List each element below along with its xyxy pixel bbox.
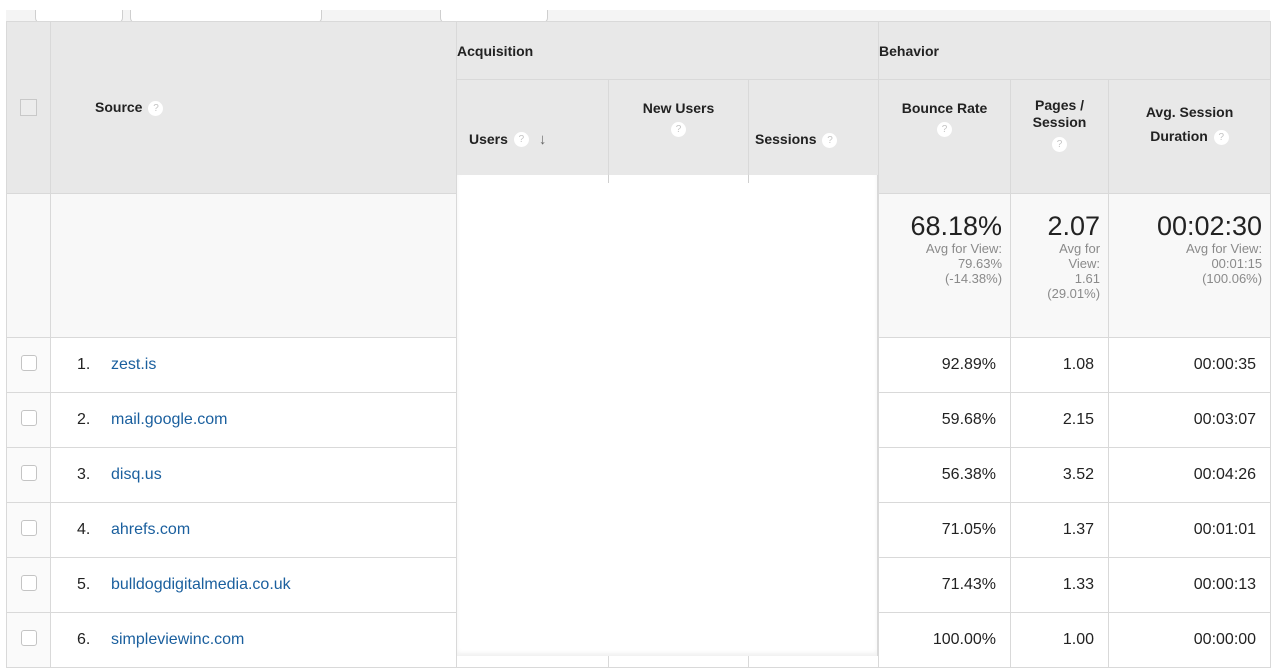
source-header-label: Source (95, 99, 143, 116)
source-cell: 6. simpleviewinc.com (50, 612, 457, 668)
summary-bounce-rate-cell: 68.18% Avg for View: 79.63% (-14.38%) (878, 193, 1012, 338)
pages-session-cell: 2.15 (1010, 392, 1110, 448)
avg-duration-cell: 00:00:13 (1108, 557, 1272, 613)
users-header-label: Users (469, 130, 508, 147)
new-users-header-label: New Users (642, 100, 715, 116)
help-icon[interactable]: ? (822, 132, 838, 148)
source-link[interactable]: bulldogdigitalmedia.co.uk (111, 576, 291, 593)
toolbar (0, 0, 1276, 10)
pages-session-cell: 1.37 (1010, 502, 1110, 558)
row-checkbox-cell (6, 447, 51, 503)
row-rank: 3. (77, 466, 91, 483)
bounce-rate-header[interactable]: Bounce Rate ? (878, 79, 1012, 194)
select-all-checkbox[interactable] (20, 99, 37, 116)
summary-pages-session-avg-label-1: Avg for (1059, 241, 1101, 256)
summary-source-cell (50, 193, 457, 338)
bounce-rate-cell: 59.68% (878, 392, 1012, 448)
source-link[interactable]: ahrefs.com (111, 521, 190, 538)
help-icon[interactable]: ? (937, 122, 953, 137)
acquisition-group-header: Acquisition (455, 21, 880, 80)
row-rank: 1. (77, 356, 91, 373)
summary-bounce-rate-delta: (-14.38%) (944, 271, 1003, 286)
summary-pages-session-cell: 2.07 Avg for View: 1.61 (29.01%) (1010, 193, 1110, 338)
help-icon[interactable]: ? (1213, 129, 1229, 145)
pages-session-header[interactable]: Pages / Session ? (1010, 79, 1110, 194)
avg-duration-cell: 00:01:01 (1108, 502, 1272, 558)
summary-checkbox-cell (6, 193, 51, 338)
pages-session-cell: 3.52 (1010, 447, 1110, 503)
source-cell: 5. bulldogdigitalmedia.co.uk (50, 557, 457, 613)
summary-pages-session-delta: (29.01%) (1047, 286, 1101, 301)
avg-duration-cell: 00:00:00 (1108, 612, 1272, 668)
avg-duration-header-line1: Avg. Session (1145, 104, 1234, 120)
row-checkbox[interactable] (20, 519, 37, 536)
summary-bounce-rate-avg-label: Avg for View: (925, 241, 1003, 256)
row-checkbox-cell (6, 557, 51, 613)
avg-duration-cell: 00:03:07 (1108, 392, 1272, 448)
pages-session-header-line2: Session (1032, 114, 1087, 130)
sessions-header-label: Sessions (755, 131, 817, 148)
help-icon[interactable]: ? (148, 100, 164, 116)
summary-avg-duration-cell: 00:02:30 Avg for View: 00:01:15 (100.06%… (1108, 193, 1272, 338)
summary-pages-session-avg-value: 1.61 (1074, 271, 1101, 286)
avg-duration-cell: 00:04:26 (1108, 447, 1272, 503)
avg-duration-header-line2: Duration (1150, 128, 1208, 144)
bounce-rate-header-label: Bounce Rate (901, 100, 988, 116)
bounce-rate-cell: 56.38% (878, 447, 1012, 503)
source-link[interactable]: zest.is (111, 356, 156, 373)
help-icon[interactable]: ? (671, 122, 686, 137)
source-link[interactable]: disq.us (111, 466, 162, 483)
help-icon[interactable]: ? (1052, 137, 1068, 152)
sort-descending-icon[interactable]: ↓ (539, 131, 547, 148)
summary-pages-session-value: 2.07 (1047, 211, 1101, 241)
avg-session-duration-header[interactable]: Avg. Session Duration? (1108, 79, 1272, 194)
summary-avg-duration-delta: (100.06%) (1202, 271, 1263, 286)
summary-pages-session-avg-label-2: View: (1068, 256, 1101, 271)
source-cell: 2. mail.google.com (50, 392, 457, 448)
select-all-header (6, 21, 51, 194)
row-rank: 6. (77, 631, 91, 648)
summary-avg-duration-avg-value: 00:01:15 (1211, 256, 1263, 271)
bounce-rate-cell: 92.89% (878, 337, 1012, 393)
help-icon[interactable]: ? (513, 132, 529, 148)
column-divider-tick (608, 175, 609, 183)
pages-session-header-line1: Pages / (1035, 97, 1085, 113)
toolbar-strip (6, 10, 1270, 23)
source-cell: 4. ahrefs.com (50, 502, 457, 558)
row-rank: 5. (77, 576, 91, 593)
summary-avg-duration-value: 00:02:30 (1156, 211, 1263, 241)
row-checkbox[interactable] (20, 464, 37, 481)
row-checkbox-cell (6, 612, 51, 668)
source-header[interactable]: Source? (50, 21, 457, 194)
row-checkbox[interactable] (20, 629, 37, 646)
avg-duration-cell: 00:00:35 (1108, 337, 1272, 393)
row-checkbox-cell (6, 392, 51, 448)
row-checkbox-cell (6, 337, 51, 393)
row-rank: 4. (77, 521, 91, 538)
source-cell: 3. disq.us (50, 447, 457, 503)
bounce-rate-cell: 100.00% (878, 612, 1012, 668)
row-checkbox[interactable] (20, 574, 37, 591)
summary-avg-duration-avg-label: Avg for View: (1185, 241, 1263, 256)
summary-bounce-rate-value: 68.18% (910, 211, 1003, 241)
row-rank: 2. (77, 411, 91, 428)
pages-session-cell: 1.08 (1010, 337, 1110, 393)
source-cell: 1. zest.is (50, 337, 457, 393)
summary-bounce-rate-avg-value: 79.63% (957, 256, 1003, 271)
pages-session-cell: 1.33 (1010, 557, 1110, 613)
row-checkbox-cell (6, 502, 51, 558)
pages-session-cell: 1.00 (1010, 612, 1110, 668)
source-link[interactable]: mail.google.com (111, 411, 228, 428)
bounce-rate-cell: 71.05% (878, 502, 1012, 558)
row-checkbox[interactable] (20, 409, 37, 426)
bounce-rate-cell: 71.43% (878, 557, 1012, 613)
redacted-acquisition-area (456, 175, 878, 656)
behavior-group-header: Behavior (878, 21, 1272, 80)
column-divider-tick (748, 175, 749, 183)
source-link[interactable]: simpleviewinc.com (111, 631, 244, 648)
row-checkbox[interactable] (20, 354, 37, 371)
